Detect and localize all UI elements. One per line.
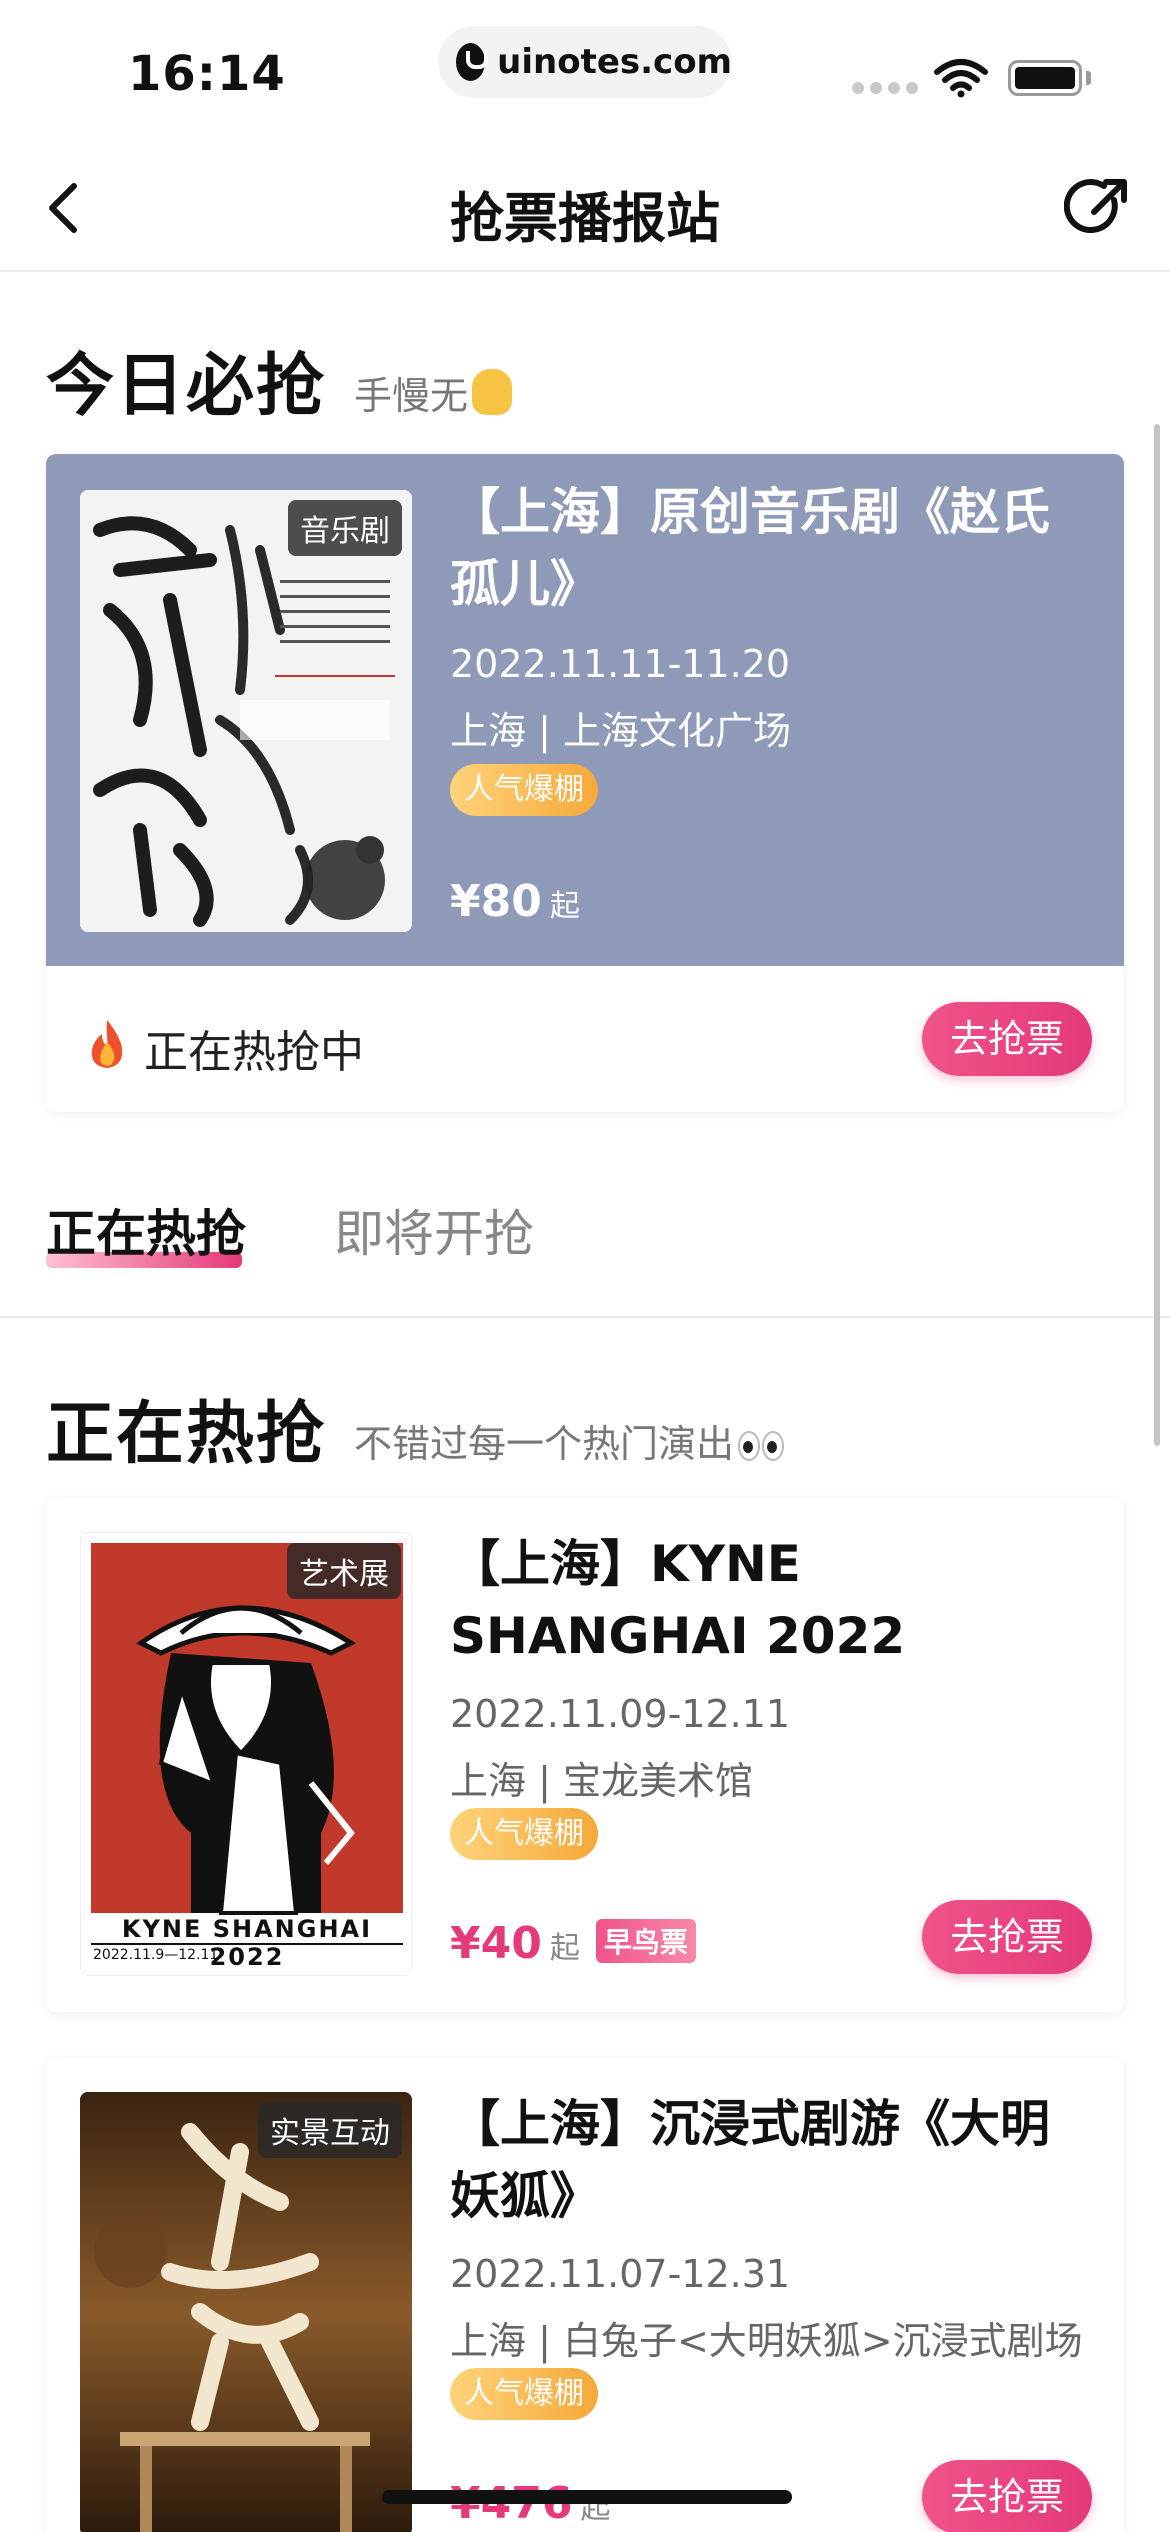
event-date: 2022.11.09-12.11	[450, 1692, 791, 1736]
popularity-tag: 人气爆棚	[450, 764, 598, 816]
event-title[interactable]: 【上海】KYNE SHANGHAI 2022	[450, 1528, 1090, 1672]
event-poster[interactable]: KYNE SHANGHAI 2022 2022.11.9—12.11 艺术展	[80, 1532, 412, 1976]
scrollbar[interactable]	[1154, 424, 1160, 1446]
grab-ticket-button[interactable]: 去抢票	[922, 1900, 1092, 1974]
featured-venue: 上海 | 上海文化广场	[450, 709, 791, 753]
today-section-header: 今日必抢 手慢无	[46, 330, 513, 429]
section-subtitle: 手慢无	[354, 365, 513, 420]
wifi-icon	[934, 59, 988, 98]
raised-hand-icon	[472, 369, 513, 415]
page-title: 抢票播报站	[450, 187, 720, 250]
section-subtitle: 不错过每一个热门演出	[354, 1413, 785, 1468]
featured-card-top: 音乐剧 【上海】原创音乐剧《赵氏孤儿》 2022.11.11-11.20 上海 …	[46, 454, 1124, 966]
hot-section-header: 正在热抢 不错过每一个热门演出	[46, 1378, 785, 1477]
battery-icon	[1008, 60, 1082, 96]
popularity-tag: 人气爆棚	[450, 2368, 598, 2420]
signal-icon	[852, 82, 918, 94]
category-badge: 实景互动	[258, 2102, 402, 2158]
event-title[interactable]: 【上海】沉浸式剧游《大明妖狐》	[450, 2088, 1090, 2232]
poster-date: 2022.11.9—12.11	[93, 1947, 219, 1963]
share-icon[interactable]	[1064, 174, 1132, 242]
status-bar: 16:14 uinotes.com	[0, 0, 1170, 140]
tab-bar: 正在热抢 即将开抢	[0, 1180, 1170, 1318]
tab-hot-now[interactable]: 正在热抢	[46, 1194, 246, 1266]
list-item[interactable]: 实景互动 【上海】沉浸式剧游《大明妖狐》 2022.11.07-12.31 上海…	[46, 2058, 1124, 2532]
fire-icon	[91, 1020, 123, 1068]
url-pill[interactable]: uinotes.com	[438, 26, 732, 98]
event-venue: 上海 | 白兔子<大明妖狐>沉浸式剧场	[450, 2319, 1083, 2363]
featured-price: ¥80 起	[450, 876, 580, 927]
section-title: 今日必抢	[46, 347, 327, 426]
home-indicator[interactable]	[382, 2490, 792, 2504]
tab-coming-soon[interactable]: 即将开抢	[334, 1194, 534, 1266]
status-time: 16:14	[128, 46, 286, 102]
featured-date: 2022.11.11-11.20	[450, 642, 791, 686]
url-text: uinotes.com	[497, 42, 732, 82]
event-venue: 上海 | 宝龙美术馆	[450, 1759, 753, 1803]
nav-bar: 抢票播报站	[0, 140, 1170, 272]
category-badge: 音乐剧	[288, 500, 402, 556]
battery-cap	[1086, 71, 1091, 85]
section-title: 正在热抢	[46, 1395, 327, 1474]
eyes-icon	[738, 1431, 785, 1461]
featured-card[interactable]: 音乐剧 【上海】原创音乐剧《赵氏孤儿》 2022.11.11-11.20 上海 …	[46, 454, 1124, 1112]
featured-title[interactable]: 【上海】原创音乐剧《赵氏孤儿》	[450, 476, 1090, 620]
hot-status-text: 正在热抢中	[144, 1027, 364, 1078]
event-date: 2022.11.07-12.31	[450, 2252, 791, 2296]
site-logo-icon	[456, 43, 489, 81]
category-badge: 艺术展	[287, 1543, 401, 1599]
grab-ticket-button[interactable]: 去抢票	[922, 2460, 1092, 2532]
list-item[interactable]: KYNE SHANGHAI 2022 2022.11.9—12.11 艺术展 【…	[46, 1498, 1124, 2012]
grab-ticket-button[interactable]: 去抢票	[922, 1002, 1092, 1076]
event-poster[interactable]: 实景互动	[80, 2092, 412, 2532]
event-price: ¥40 起早鸟票	[450, 1918, 696, 1969]
calligraphy-poster-art	[80, 490, 412, 932]
ming-fox-poster-art	[80, 2092, 412, 2532]
kyne-poster-art	[91, 1543, 403, 1945]
popularity-tag: 人气爆棚	[450, 1808, 598, 1860]
early-bird-badge: 早鸟票	[595, 1919, 696, 1963]
featured-poster[interactable]: 音乐剧	[80, 490, 412, 932]
featured-card-bottom: 正在热抢中 去抢票	[46, 966, 1124, 1112]
